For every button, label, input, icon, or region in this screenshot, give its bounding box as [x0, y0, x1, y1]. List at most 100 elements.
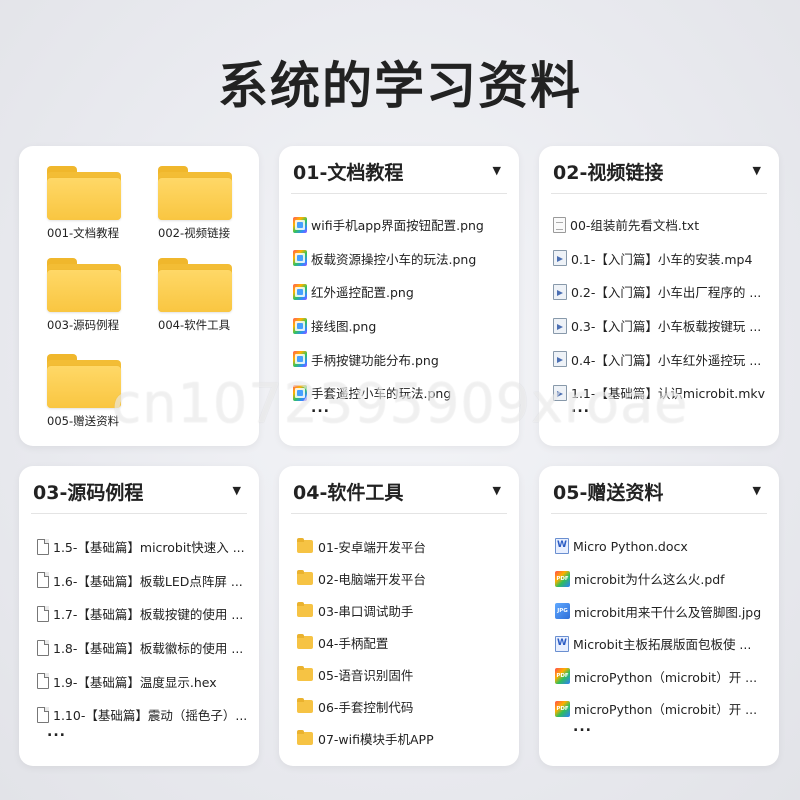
- list-item[interactable]: 板载资源操控小车的玩法.png: [293, 242, 509, 276]
- folder-name: 01-安卓端开发平台: [318, 539, 426, 555]
- folder-label: 002-视频链接: [158, 226, 231, 240]
- folder-label: 001-文档教程: [47, 226, 120, 240]
- text-file-icon: [553, 216, 566, 233]
- image-file-icon: [293, 384, 307, 401]
- list-item[interactable]: 06-手套控制代码: [297, 690, 509, 722]
- file-name: 手套遥控小车的玩法.png: [311, 386, 452, 402]
- image-file-icon: [293, 283, 307, 300]
- list-item[interactable]: 手柄按键功能分布.png: [293, 342, 509, 376]
- folder-icon: [158, 258, 232, 312]
- list-item[interactable]: 01-安卓端开发平台: [297, 530, 509, 562]
- folder-name: 04-手柄配置: [318, 635, 389, 651]
- doc-card: 01-文档教程 ▼ wifi手机app界面按钮配置.png 板载资源操控小车的玩…: [279, 146, 519, 446]
- list-item[interactable]: 05-语音识别固件: [297, 658, 509, 690]
- list-item[interactable]: 红外遥控配置.png: [293, 275, 509, 309]
- folder-004[interactable]: 004-软件工具: [130, 258, 232, 333]
- caret-down-icon[interactable]: ▼: [233, 484, 241, 497]
- source-card: 03-源码例程 ▼ 1.5-【基础篇】microbit快速入 ... 1.6-【…: [19, 466, 259, 766]
- folders-card: 001-文档教程 002-视频链接 003-源码例程 004-软件工具 005-…: [19, 146, 259, 446]
- list-item[interactable]: 0.3-【入门篇】小车板载按键玩 ...: [553, 309, 769, 343]
- file-icon: [37, 605, 49, 622]
- list-item[interactable]: 00-组装前先看文档.txt: [553, 208, 769, 242]
- file-name: microbit用来干什么及管脚图.jpg: [574, 604, 762, 620]
- video-card: 02-视频链接 ▼ 00-组装前先看文档.txt 0.1-【入门篇】小车的安装.…: [539, 146, 779, 446]
- list-item[interactable]: microPython（microbit）开 ...: [555, 660, 769, 693]
- card-header[interactable]: 01-文档教程 ▼: [291, 160, 507, 194]
- page-title: 系统的学习资料: [218, 57, 582, 115]
- file-name: 0.4-【入门篇】小车红外遥控玩 ...: [571, 352, 762, 368]
- card-title: 02-视频链接: [553, 162, 664, 184]
- file-name: microbit为什么这么火.pdf: [574, 572, 725, 588]
- list-item[interactable]: 接线图.png: [293, 309, 509, 343]
- jpg-file-icon: [555, 603, 570, 620]
- list-item[interactable]: 1.5-【基础篇】microbit快速入 ...: [37, 530, 249, 564]
- file-name: 1.6-【基础篇】板载LED点阵屏 ...: [53, 573, 243, 589]
- list-item[interactable]: 02-电脑端开发平台: [297, 562, 509, 594]
- list-item[interactable]: 0.2-【入门篇】小车出厂程序的 ...: [553, 275, 769, 309]
- list-item[interactable]: 07-wifi模块手机APP: [297, 722, 509, 754]
- card-title: 05-赠送资料: [553, 482, 664, 504]
- file-name: 红外遥控配置.png: [311, 285, 414, 301]
- file-name: 1.1-【基础篇】认识microbit.mkv: [571, 386, 766, 402]
- folder-name: 05-语音识别固件: [318, 667, 414, 683]
- caret-down-icon[interactable]: ▼: [753, 484, 761, 497]
- folder-icon: [47, 258, 121, 312]
- gift-card: 05-赠送资料 ▼ Micro Python.docx microbit为什么这…: [539, 466, 779, 766]
- card-header[interactable]: 04-软件工具 ▼: [291, 480, 507, 514]
- list-item[interactable]: 1.8-【基础篇】板载徽标的使用 ...: [37, 631, 249, 665]
- folder-001[interactable]: 001-文档教程: [19, 166, 121, 241]
- folder-icon: [297, 729, 313, 745]
- video-file-icon: [553, 317, 567, 334]
- folder-002[interactable]: 002-视频链接: [130, 166, 232, 241]
- more-ellipsis[interactable]: ...: [573, 719, 769, 735]
- file-name: 1.5-【基础篇】microbit快速入 ...: [53, 540, 245, 556]
- folder-name: 07-wifi模块手机APP: [318, 731, 434, 747]
- file-icon: [37, 639, 49, 656]
- list-item[interactable]: microbit为什么这么火.pdf: [555, 563, 769, 596]
- list-item[interactable]: 0.4-【入门篇】小车红外遥控玩 ...: [553, 342, 769, 376]
- list-item[interactable]: 0.1-【入门篇】小车的安装.mp4: [553, 242, 769, 276]
- file-name: microPython（microbit）开 ...: [574, 702, 758, 718]
- file-icon: [37, 538, 49, 555]
- list-item[interactable]: Micro Python.docx: [555, 530, 769, 563]
- pdf-file-icon: [555, 700, 570, 717]
- folder-icon: [47, 166, 121, 220]
- list-item[interactable]: 1.6-【基础篇】板载LED点阵屏 ...: [37, 564, 249, 598]
- card-header[interactable]: 02-视频链接 ▼: [551, 160, 767, 194]
- card-header[interactable]: 03-源码例程 ▼: [31, 480, 247, 514]
- file-icon: [37, 572, 49, 589]
- folder-003[interactable]: 003-源码例程: [19, 258, 121, 333]
- image-file-icon: [293, 216, 307, 233]
- list-item[interactable]: 04-手柄配置: [297, 626, 509, 658]
- file-name: 1.7-【基础篇】板载按键的使用 ...: [53, 607, 244, 623]
- file-icon: [37, 706, 49, 723]
- file-name: Microbit主板拓展版面包板使 ...: [573, 637, 752, 653]
- list-item[interactable]: 1.7-【基础篇】板载按键的使用 ...: [37, 597, 249, 631]
- folder-name: 06-手套控制代码: [318, 699, 414, 715]
- caret-down-icon[interactable]: ▼: [753, 164, 761, 177]
- card-title: 01-文档教程: [293, 162, 404, 184]
- file-name: Micro Python.docx: [573, 538, 688, 554]
- list-item[interactable]: Microbit主板拓展版面包板使 ...: [555, 628, 769, 661]
- file-icon: [37, 673, 49, 690]
- folder-005[interactable]: 005-赠送资料: [19, 354, 121, 429]
- video-file-icon: [553, 250, 567, 267]
- caret-down-icon[interactable]: ▼: [493, 164, 501, 177]
- caret-down-icon[interactable]: ▼: [493, 484, 501, 497]
- file-name: 手柄按键功能分布.png: [311, 352, 439, 368]
- list-item[interactable]: 1.9-【基础篇】温度显示.hex: [37, 664, 249, 698]
- folder-icon: [297, 601, 313, 617]
- list-item[interactable]: microbit用来干什么及管脚图.jpg: [555, 595, 769, 628]
- file-name: 板载资源操控小车的玩法.png: [311, 251, 477, 267]
- list-item[interactable]: 03-串口调试助手: [297, 594, 509, 626]
- card-header[interactable]: 05-赠送资料 ▼: [551, 480, 767, 514]
- list-item[interactable]: wifi手机app界面按钮配置.png: [293, 208, 509, 242]
- folder-label: 005-赠送资料: [47, 414, 120, 428]
- card-title: 04-软件工具: [293, 482, 404, 504]
- folder-icon: [297, 665, 313, 681]
- folder-icon: [297, 537, 313, 553]
- file-name: 0.3-【入门篇】小车板载按键玩 ...: [571, 319, 762, 335]
- card-title: 03-源码例程: [33, 482, 144, 504]
- more-ellipsis[interactable]: ...: [47, 724, 249, 740]
- file-name: 1.8-【基础篇】板载徽标的使用 ...: [53, 641, 244, 657]
